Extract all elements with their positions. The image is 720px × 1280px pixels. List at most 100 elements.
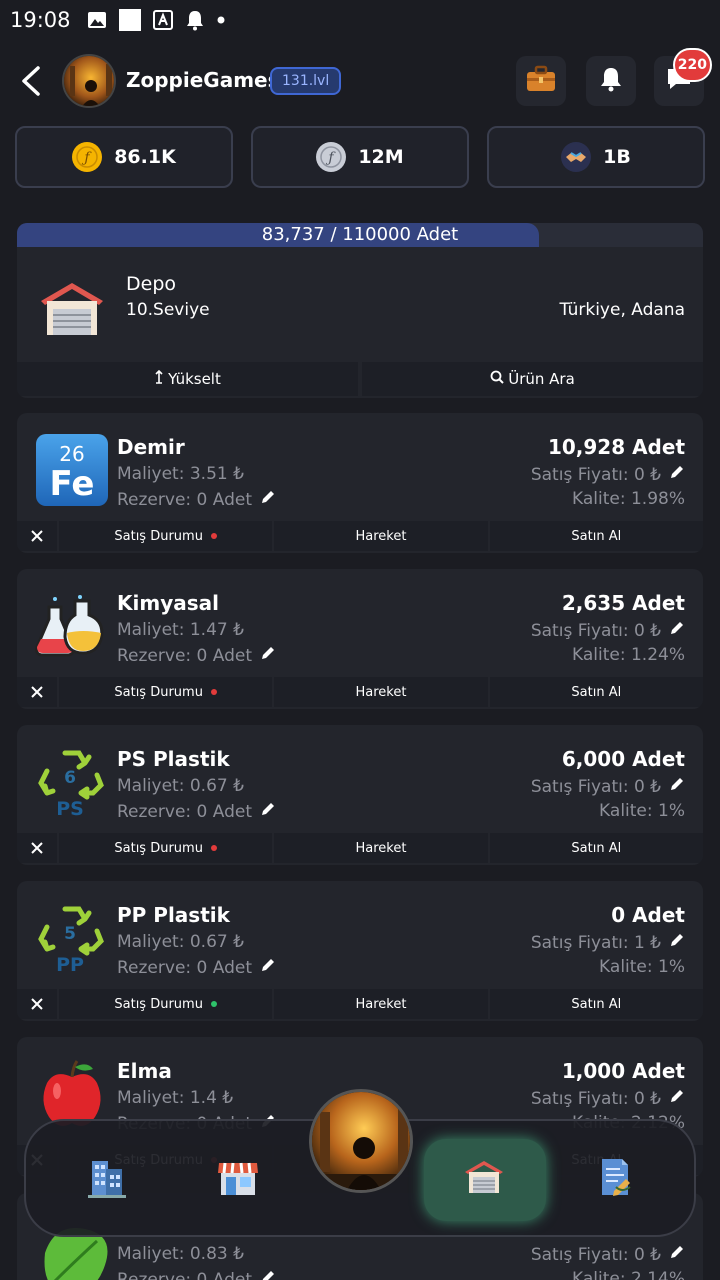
movement-label: Hareket (355, 840, 407, 856)
search-product-button[interactable]: Ürün Ara (362, 362, 703, 396)
back-button[interactable] (14, 62, 48, 100)
product-reserve: Rezerve: 0 Adet (117, 489, 276, 510)
edit-price-icon[interactable] (669, 932, 685, 953)
product-name: Kimyasal (117, 591, 219, 615)
nav-company-button[interactable] (76, 1149, 136, 1209)
product-quality: Kalite: 1% (599, 957, 685, 977)
edit-price-icon[interactable] (669, 1244, 685, 1265)
edit-reserve-icon[interactable] (260, 801, 276, 822)
product-quantity: 2,635 Adet (561, 591, 685, 615)
depot-name: Depo (126, 273, 177, 295)
close-icon[interactable] (17, 521, 57, 551)
sale-status-button[interactable]: Satış Durumu (59, 521, 273, 551)
sale-status-label: Satış Durumu (114, 684, 203, 700)
product-card-pp-plastik: 5 PP PP Plastik Maliyet: 0.67 ₺ Rezerve: … (17, 881, 703, 1021)
product-cost: Maliyet: 0.83 ₺ (117, 1244, 244, 1264)
svg-text:5: 5 (64, 924, 76, 944)
currency-row: ƒ 86.1K ƒ 12M 1B (15, 126, 705, 188)
username[interactable]: ZoppieGames (126, 68, 280, 92)
product-card-kimyasal: Kimyasal Maliyet: 1.47 ₺ Rezerve: 0 Adet… (17, 569, 703, 709)
product-name: Elma (117, 1059, 172, 1083)
inventory-button[interactable] (516, 56, 566, 106)
product-actions: Satış Durumu Hareket Satın Al (17, 677, 703, 707)
product-cost: Maliyet: 0.67 ₺ (117, 932, 244, 952)
currency-silver[interactable]: ƒ 12M (251, 126, 469, 188)
sale-status-dot (210, 1001, 217, 1007)
briefcase-icon (525, 65, 557, 97)
product-quantity: 1,000 Adet (561, 1059, 685, 1083)
notifications-button[interactable] (586, 56, 636, 106)
product-reserve: Rezerve: 0 Adet (117, 957, 276, 978)
product-reserve: Rezerve: 0 Adet (117, 645, 276, 666)
edit-reserve-icon[interactable] (260, 957, 276, 978)
movement-button[interactable]: Hareket (274, 989, 488, 1019)
chemical-flask-icon (35, 589, 109, 663)
upgrade-label: Yükselt (168, 370, 221, 388)
edit-reserve-icon[interactable] (260, 1269, 276, 1280)
upgrade-arrow-icon (154, 369, 164, 388)
sale-status-button[interactable]: Satış Durumu (59, 833, 273, 863)
movement-button[interactable]: Hareket (274, 833, 488, 863)
product-price: Satış Fiyatı: 0 ₺ (531, 776, 685, 797)
gallery-icon (87, 11, 107, 29)
svg-text:PS: PS (56, 798, 84, 819)
buy-button[interactable]: Satın Al (489, 989, 703, 1019)
product-name: PS Plastik (117, 747, 230, 771)
product-price-text: Satış Fiyatı: 0 ₺ (530, 776, 661, 797)
profile-avatar-large[interactable] (309, 1089, 413, 1193)
silver-value: 12M (358, 146, 404, 168)
movement-label: Hareket (355, 996, 407, 1012)
product-price-text: Satış Fiyatı: 0 ₺ (530, 1088, 661, 1109)
sale-status-button[interactable]: Satış Durumu (59, 989, 273, 1019)
nav-contracts-button[interactable] (586, 1149, 646, 1209)
capacity-text: 83,737 / 110000 Adet (261, 224, 459, 245)
buy-button[interactable]: Satın Al (489, 677, 703, 707)
shop-icon (216, 1157, 260, 1201)
nav-shop-button[interactable] (208, 1149, 268, 1209)
edit-price-icon[interactable] (669, 1088, 685, 1109)
close-icon[interactable] (17, 833, 57, 863)
product-actions: Satış Durumu Hareket Satın Al (17, 521, 703, 551)
edit-price-icon[interactable] (669, 464, 685, 485)
buy-label: Satın Al (571, 684, 622, 700)
currency-gold[interactable]: ƒ 86.1K (15, 126, 233, 188)
product-price-text: Satış Fiyatı: 0 ₺ (530, 464, 661, 485)
currency-partners[interactable]: 1B (487, 126, 705, 188)
gold-coin-icon: ƒ (72, 142, 103, 172)
movement-label: Hareket (355, 684, 407, 700)
product-cost: Maliyet: 1.4 ₺ (117, 1088, 234, 1108)
close-icon[interactable] (17, 989, 57, 1019)
status-time: 19:08 (10, 8, 71, 32)
product-cost: Maliyet: 1.47 ₺ (117, 620, 244, 640)
edit-reserve-icon[interactable] (260, 645, 276, 666)
nav-warehouse-button[interactable] (454, 1149, 514, 1209)
buy-button[interactable]: Satın Al (489, 521, 703, 551)
product-name: Demir (117, 435, 185, 459)
product-cost: Maliyet: 0.67 ₺ (117, 776, 244, 796)
product-price: Satış Fiyatı: 0 ₺ (531, 464, 685, 485)
product-actions: Satış Durumu Hareket Satın Al (17, 989, 703, 1019)
sale-status-dot (210, 533, 217, 539)
upgrade-button[interactable]: Yükselt (17, 362, 358, 396)
profile-avatar[interactable] (62, 54, 116, 108)
capacity-progress: 83,737 / 110000 Adet (17, 223, 703, 247)
close-icon[interactable] (17, 677, 57, 707)
gold-value: 86.1K (114, 146, 176, 168)
edit-price-icon[interactable] (669, 776, 685, 797)
bell-icon (598, 65, 624, 97)
edit-reserve-icon[interactable] (260, 489, 276, 510)
product-reserve: Rezerve: 0 Adet (117, 1269, 276, 1280)
product-card-demir: 26 Fe Demir Maliyet: 3.51 ₺ Rezerve: 0 Ad… (17, 413, 703, 553)
buy-label: Satın Al (571, 996, 622, 1012)
svg-text:Fe: Fe (50, 464, 95, 504)
depot-actions: Yükselt Ürün Ara (17, 362, 703, 396)
product-price: Satış Fiyatı: 1 ₺ (531, 932, 685, 953)
depot-card: 83,737 / 110000 Adet Depo 10.Seviye Türk… (17, 223, 703, 398)
sale-status-button[interactable]: Satış Durumu (59, 677, 273, 707)
movement-button[interactable]: Hareket (274, 677, 488, 707)
messages-button[interactable]: 220 (654, 48, 712, 106)
edit-price-icon[interactable] (669, 620, 685, 641)
movement-button[interactable]: Hareket (274, 521, 488, 551)
product-quantity: 0 Adet (611, 903, 685, 927)
buy-button[interactable]: Satın Al (489, 833, 703, 863)
